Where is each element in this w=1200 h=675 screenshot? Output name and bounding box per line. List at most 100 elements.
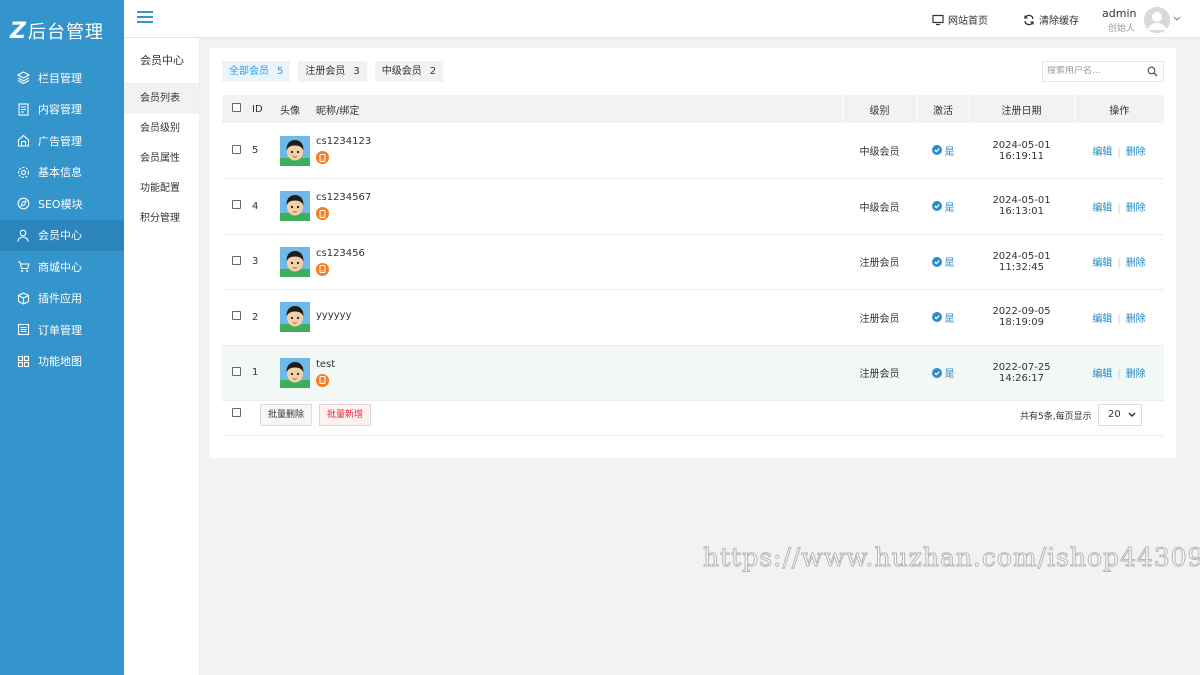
footer-select-all-checkbox[interactable] [232, 408, 241, 417]
sidebar-item-9[interactable]: 功能地图 [0, 346, 124, 378]
row-checkbox[interactable] [232, 255, 241, 265]
check-circle-icon [931, 145, 942, 156]
table-row[interactable]: 4 cs1234567 中级会员 是 2024-05-01 16:13:01 编辑 | 删除 [222, 178, 1164, 235]
op-separator: | [1117, 202, 1121, 214]
row-checkbox[interactable] [232, 144, 241, 154]
activated-status[interactable]: 是 [931, 199, 955, 214]
search-input[interactable] [1047, 66, 1143, 76]
member-avatar [280, 234, 316, 290]
sidebar-item-6[interactable]: 商城中心 [0, 251, 124, 283]
row-checkbox[interactable] [232, 200, 241, 210]
gear-icon [16, 165, 30, 179]
row-id: 4 [252, 178, 280, 235]
logo[interactable]: Z 后台管理 [0, 0, 124, 62]
site-home-link[interactable]: 网站首页 [932, 12, 988, 27]
edit-link[interactable]: 编辑 [1092, 258, 1112, 269]
top-bar: 网站首页 清除缓存 admin 创始人 [124, 0, 1200, 38]
tab-0[interactable]: 全部会员 5 [222, 61, 291, 82]
member-nick: cs1234567 [316, 192, 372, 203]
phone-bound-icon [316, 373, 329, 387]
tab-2[interactable]: 中级会员 2 [374, 61, 444, 82]
submenu-item-2[interactable]: 会员属性 [124, 144, 199, 174]
cube-icon [16, 291, 30, 305]
grid-icon [16, 354, 30, 368]
sidebar-item-label: SEO模块 [38, 197, 83, 211]
activated-status[interactable]: 是 [931, 143, 955, 158]
clear-cache-link[interactable]: 清除缓存 [1023, 12, 1079, 27]
header-nick: 昵称/绑定 [316, 95, 842, 123]
batch-add-button[interactable]: 批量新增 [319, 404, 372, 426]
sidebar-item-label: 插件应用 [38, 292, 82, 306]
activated-cell: 是 [917, 345, 969, 401]
batch-delete-button[interactable]: 批量删除 [260, 404, 313, 426]
page-info: 共有5条,每页显示 [1020, 412, 1092, 422]
reg-date: 2022-07-25 14:26:17 [969, 345, 1074, 401]
submenu-item-4[interactable]: 积分管理 [124, 204, 199, 234]
search-icon[interactable] [1147, 66, 1158, 77]
select-all-checkbox[interactable] [232, 103, 241, 112]
reg-date: 2024-05-01 16:19:11 [969, 123, 1074, 179]
check-circle-icon [931, 312, 942, 322]
user-name[interactable]: admin [1102, 7, 1136, 20]
op-separator: | [1117, 313, 1121, 325]
check-circle-icon [931, 256, 942, 267]
submenu-item-1[interactable]: 会员级别 [124, 114, 199, 144]
hamburger-menu-icon[interactable] [137, 11, 153, 25]
cart-icon [16, 260, 30, 274]
delete-link[interactable]: 删除 [1126, 258, 1146, 269]
delete-link[interactable]: 删除 [1126, 203, 1146, 214]
chevron-down-icon[interactable] [1173, 16, 1181, 22]
activated-status[interactable]: 是 [931, 310, 955, 325]
table-row[interactable]: 3 cs123456 注册会员 是 2024-05-01 11:32:45 编辑 | 删除 [222, 234, 1164, 290]
edit-link[interactable]: 编辑 [1092, 203, 1112, 214]
document-icon [16, 102, 30, 116]
activated-cell: 是 [917, 234, 969, 290]
sidebar-item-2[interactable]: 广告管理 [0, 125, 124, 157]
row-nick-cell: cs123456 [316, 234, 842, 290]
phone-bound-icon [316, 151, 329, 165]
member-list-panel: 全部会员 5 注册会员 3 中级会员 2 ID 头像 昵称/绑定 级别 激活 注册日期 操… [210, 48, 1176, 458]
header-reg-date: 注册日期 [968, 95, 1074, 123]
sub-menu: 会员中心 会员列表 会员级别 会员属性 功能配置 积分管理 [124, 38, 200, 675]
edit-link[interactable]: 编辑 [1092, 147, 1112, 158]
search-box[interactable] [1042, 61, 1164, 82]
sidebar-item-3[interactable]: 基本信息 [0, 157, 124, 189]
sidebar: Z 后台管理 栏目管理 内容管理 广告管理基本信息 SEO模块会员中心 商城中心插件应用… [0, 0, 124, 675]
tab-1[interactable]: 注册会员 3 [298, 61, 367, 82]
member-table-body: 5 cs1234123 中级会员是 2024-05-01 16:19:11 编辑 | 删除 4… [222, 123, 1164, 401]
sidebar-item-1[interactable]: 内容管理 [0, 94, 124, 126]
activated-status[interactable]: 是 [931, 365, 955, 380]
row-ops: 编辑 | 删除 [1074, 234, 1164, 290]
sidebar-item-4[interactable]: SEO模块 [0, 188, 124, 220]
user-silhouette-icon [1144, 7, 1170, 33]
sidebar-item-8[interactable]: 订单管理 [0, 314, 124, 346]
sidebar-item-7[interactable]: 插件应用 [0, 283, 124, 315]
activated-label: 是 [944, 258, 955, 269]
submenu-item-0[interactable]: 会员列表 [124, 84, 199, 114]
tab-count: 3 [353, 66, 360, 77]
page-size-select[interactable]: 20 [1098, 404, 1142, 426]
table-row[interactable]: 5 cs1234123 中级会员 是 2024-05-01 16:19:11 编辑 | 删除 [222, 123, 1164, 179]
row-checkbox[interactable] [232, 311, 241, 321]
delete-link[interactable]: 删除 [1126, 369, 1146, 380]
compass-icon [16, 197, 30, 211]
edit-link[interactable]: 编辑 [1092, 369, 1112, 380]
table-row[interactable]: 2 yyyyyy 注册会员 是 2022-09-05 18:19:09 编辑 | 删除 [222, 289, 1164, 346]
table-row[interactable]: 1 test 注册会员 是 2022-07-25 14:26:17 编辑 | 删除 [222, 345, 1164, 401]
activated-status[interactable]: 是 [931, 254, 955, 269]
delete-link[interactable]: 删除 [1126, 314, 1146, 325]
sidebar-item-0[interactable]: 栏目管理 [0, 62, 124, 94]
edit-link[interactable]: 编辑 [1092, 314, 1112, 325]
clear-cache-label: 清除缓存 [1039, 16, 1079, 27]
submenu-item-3[interactable]: 功能配置 [124, 174, 199, 204]
sidebar-item-label: 基本信息 [38, 166, 82, 180]
row-checkbox[interactable] [232, 366, 241, 376]
member-nick: test [316, 358, 336, 370]
row-ops: 编辑 | 删除 [1074, 123, 1164, 179]
sidebar-item-5[interactable]: 会员中心 [0, 219, 124, 251]
user-avatar[interactable] [1144, 7, 1170, 33]
site-home-label: 网站首页 [948, 16, 988, 27]
tab-label: 全部会员 [229, 66, 269, 77]
delete-link[interactable]: 删除 [1126, 147, 1146, 158]
sidebar-item-label: 订单管理 [38, 323, 82, 337]
